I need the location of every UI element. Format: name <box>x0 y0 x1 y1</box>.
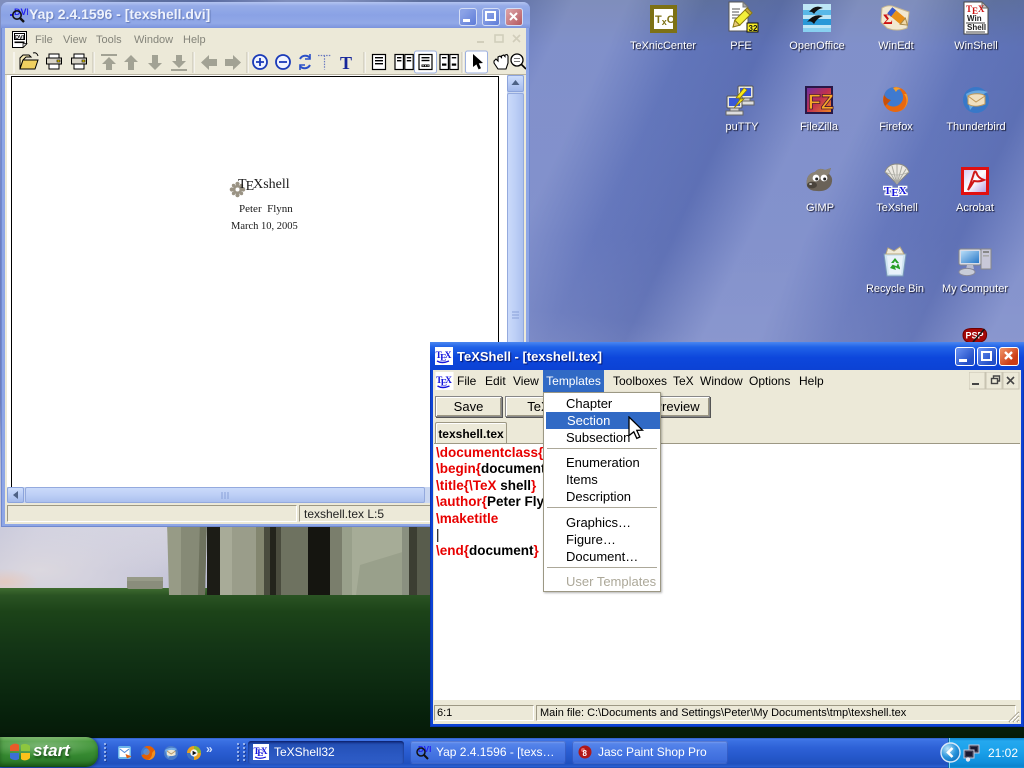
svg-text:FZ: FZ <box>808 91 834 114</box>
svg-text:DVI: DVI <box>15 35 24 41</box>
svg-text:T: T <box>340 53 352 73</box>
svg-text:Shell: Shell <box>967 23 986 32</box>
svg-text:Win: Win <box>967 14 982 23</box>
svg-text:32: 32 <box>749 24 758 33</box>
svg-text:8: 8 <box>583 749 588 758</box>
svg-text:TEX: TEX <box>884 185 907 197</box>
